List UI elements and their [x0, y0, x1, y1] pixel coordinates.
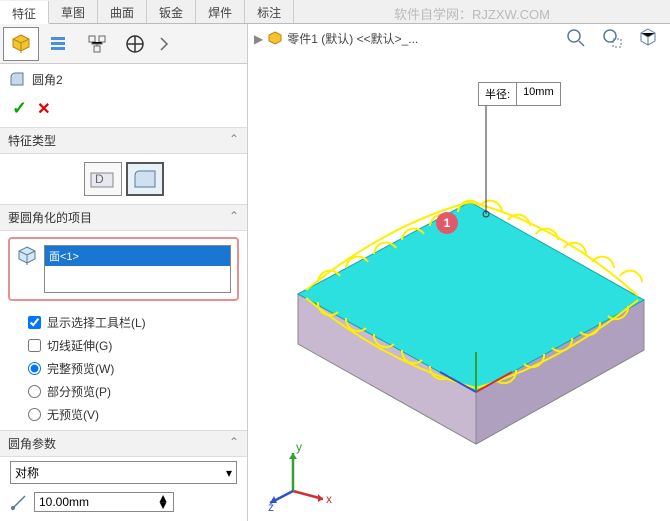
checkbox-tangent[interactable]	[28, 339, 41, 352]
target-icon	[125, 34, 145, 54]
feature-cube-icon	[10, 33, 32, 55]
section-items-label: 要圆角化的项目	[8, 211, 92, 225]
tree-icon	[87, 34, 107, 54]
section-items[interactable]: 要圆角化的项目 ⌃	[0, 204, 247, 231]
tab-sheetmetal[interactable]: 钣金	[147, 0, 196, 23]
tab-surface[interactable]: 曲面	[98, 0, 147, 23]
cancel-button[interactable]: ✕	[37, 99, 50, 119]
fillet-type-face[interactable]	[126, 162, 164, 196]
opt-partial-preview[interactable]: 部分预览(P)	[28, 380, 219, 403]
tab-sketch[interactable]: 草图	[49, 0, 98, 23]
checkbox-show-toolbar[interactable]	[28, 316, 41, 329]
fillet-type-constant[interactable]: D	[84, 162, 122, 196]
ok-button[interactable]: ✓	[12, 98, 27, 119]
radius-input[interactable]: 10.00mm ▲▼	[34, 492, 174, 512]
svg-text:x: x	[326, 492, 332, 506]
selected-face-item[interactable]: 面<1>	[45, 246, 230, 266]
model-geometry	[248, 54, 668, 454]
dimexpert-tab[interactable]	[117, 27, 153, 61]
opt-tangent[interactable]: 切线延伸(G)	[28, 334, 219, 357]
radio-partial-preview[interactable]	[28, 385, 41, 398]
tab-annotate[interactable]: 标注	[245, 0, 294, 23]
face-fillet-icon	[131, 167, 159, 191]
chevron-up-icon: ⌃	[229, 435, 239, 449]
fillet-type-row: D	[0, 154, 247, 204]
property-tab[interactable]	[41, 27, 77, 61]
items-highlight-box: 面<1>	[8, 237, 239, 301]
view-orientation-button[interactable]	[634, 24, 662, 52]
selection-list[interactable]: 面<1>	[44, 245, 231, 293]
view-cube-icon	[637, 27, 659, 49]
part-icon	[267, 31, 283, 47]
chevron-up-icon: ⌃	[229, 209, 239, 223]
opt-no-preview-label: 无预览(V)	[47, 406, 99, 423]
zoom-area-icon	[601, 27, 623, 49]
feature-tree-tab[interactable]	[3, 27, 39, 61]
opt-show-toolbar-label: 显示选择工具栏(L)	[47, 314, 146, 331]
radius-callout[interactable]: 半径: 10mm	[478, 82, 561, 106]
svg-text:y: y	[296, 441, 302, 454]
opt-full-preview-label: 完整预览(W)	[47, 360, 114, 377]
command-manager-tabs: 特征 草图 曲面 钣金 焊件 标注	[0, 0, 670, 24]
section-type-label: 特征类型	[8, 134, 56, 148]
opt-no-preview[interactable]: 无预览(V)	[28, 403, 219, 426]
feature-title-row: 圆角2	[0, 64, 247, 94]
radio-no-preview[interactable]	[28, 408, 41, 421]
tab-weldments[interactable]: 焊件	[196, 0, 245, 23]
zoom-fit-button[interactable]	[562, 24, 590, 52]
svg-text:z: z	[268, 500, 274, 511]
watermark-text: 软件自学网：RJZXW.COM	[394, 4, 550, 23]
breadcrumb-part-name[interactable]: 零件1 (默认) <<默认>_...	[287, 30, 418, 47]
viewport-toolbar	[562, 24, 662, 52]
spinner-down-icon[interactable]: ▼	[157, 502, 169, 509]
face-select-icon	[16, 245, 38, 267]
symmetry-select[interactable]: 对称 ▾	[10, 461, 237, 484]
radius-value: 10.00mm	[39, 495, 89, 509]
feature-name: 圆角2	[32, 71, 63, 88]
constant-fillet-icon: D	[89, 167, 117, 191]
radio-full-preview[interactable]	[28, 362, 41, 375]
chevron-right-icon	[158, 34, 172, 54]
opt-partial-preview-label: 部分预览(P)	[47, 383, 111, 400]
callout-value[interactable]: 10mm	[517, 82, 561, 106]
annotation-marker-1: 1	[436, 212, 458, 234]
confirm-row: ✓ ✕	[0, 94, 247, 127]
callout-label: 半径:	[478, 82, 517, 106]
tab-features[interactable]: 特征	[0, 1, 49, 24]
options-group: 显示选择工具栏(L) 切线延伸(G) 完整预览(W) 部分预览(P) 无预览(V…	[0, 307, 247, 430]
dropdown-icon: ▾	[226, 466, 232, 480]
opt-tangent-label: 切线延伸(G)	[47, 337, 112, 354]
overflow-tab[interactable]	[155, 27, 175, 61]
symmetry-row: 对称 ▾	[0, 457, 247, 488]
property-manager-panel: 圆角2 ✓ ✕ 特征类型 ⌃ D 要圆角化的项目 ⌃ 面<1> 显示选择工具栏(…	[0, 24, 248, 521]
graphics-viewport[interactable]: ▶ 零件1 (默认) <<默认>_...	[248, 24, 670, 521]
radius-icon	[10, 493, 28, 511]
breadcrumb-arrow-icon[interactable]: ▶	[254, 32, 263, 46]
list-icon	[48, 33, 70, 55]
zoom-fit-icon	[565, 27, 587, 49]
fillet-icon	[8, 70, 26, 88]
svg-text:D: D	[95, 172, 104, 186]
breadcrumb: ▶ 零件1 (默认) <<默认>_...	[254, 30, 418, 47]
opt-full-preview[interactable]: 完整预览(W)	[28, 357, 219, 380]
chevron-up-icon: ⌃	[229, 132, 239, 146]
config-tab[interactable]	[79, 27, 115, 61]
section-fillet-type[interactable]: 特征类型 ⌃	[0, 127, 247, 154]
panel-mode-tabs	[0, 24, 247, 64]
section-params-label: 圆角参数	[8, 437, 56, 451]
view-triad: x y z	[268, 441, 338, 511]
symmetry-value: 对称	[15, 464, 39, 481]
radius-row: 10.00mm ▲▼	[0, 488, 247, 516]
opt-show-toolbar[interactable]: 显示选择工具栏(L)	[28, 311, 219, 334]
zoom-area-button[interactable]	[598, 24, 626, 52]
section-params[interactable]: 圆角参数 ⌃	[0, 430, 247, 457]
